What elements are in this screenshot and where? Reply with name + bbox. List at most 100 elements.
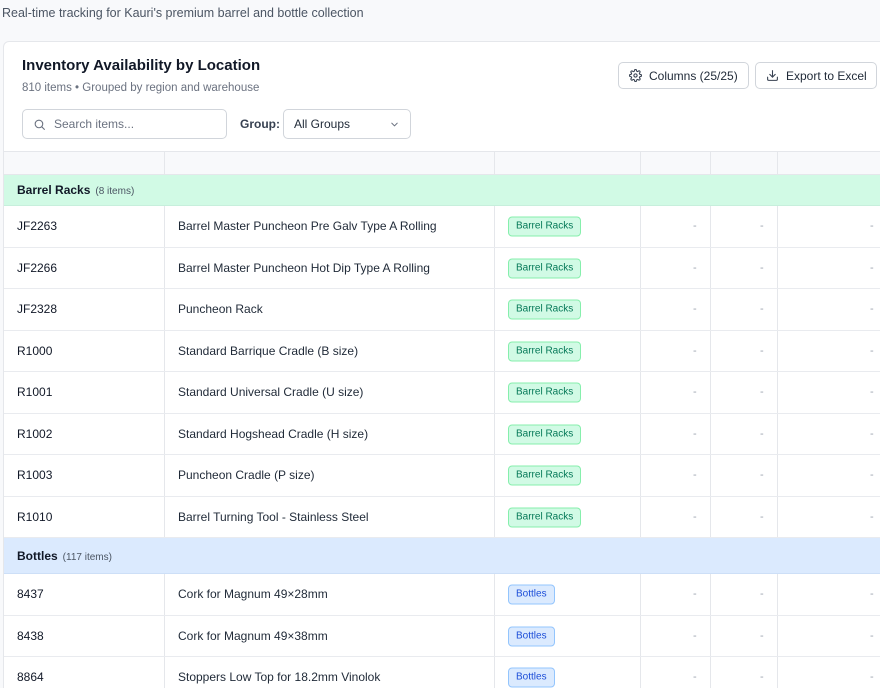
empty-value: - — [693, 671, 697, 684]
item-name: Cork for Magnum 49×38mm — [178, 628, 328, 643]
table-row[interactable]: R1010 Barrel Turning Tool - Stainless Ste… — [4, 496, 880, 538]
page-subtitle: Real-time tracking for Kauri's premium b… — [2, 6, 364, 20]
item-category: Bottles — [508, 584, 555, 605]
item-code: R1001 — [17, 385, 53, 400]
table-header — [4, 152, 880, 175]
group-select-value: All Groups — [294, 117, 351, 131]
card-summary: 810 items • Grouped by region and wareho… — [22, 82, 260, 94]
gear-icon — [629, 69, 642, 82]
category-badge: Barrel Racks — [508, 507, 582, 528]
item-code: JF2328 — [17, 302, 58, 317]
table-row[interactable]: R1000 Standard Barrique Cradle (B size) Ba… — [4, 330, 880, 372]
empty-value: - — [693, 303, 697, 316]
group-label: Group: — [240, 117, 280, 131]
item-name: Barrel Master Puncheon Pre Galv Type A R… — [178, 219, 437, 234]
empty-value: - — [693, 386, 697, 399]
item-name: Barrel Turning Tool - Stainless Steel — [178, 509, 369, 524]
item-code: R1002 — [17, 426, 53, 441]
group-header-row[interactable]: Bottles (117 items) — [4, 538, 880, 574]
empty-value: - — [760, 386, 764, 399]
group-title: Barrel Racks (8 items) — [17, 183, 134, 197]
empty-value: - — [693, 588, 697, 601]
table-row[interactable]: JF2266 Barrel Master Puncheon Hot Dip Typ… — [4, 247, 880, 289]
empty-value: - — [693, 261, 697, 274]
item-name: Cork for Magnum 49×28mm — [178, 587, 328, 602]
search-icon — [33, 118, 46, 131]
category-badge: Barrel Racks — [508, 216, 582, 237]
search-input[interactable] — [54, 117, 204, 131]
item-code: R1000 — [17, 343, 53, 358]
empty-value: - — [870, 427, 874, 440]
item-name: Barrel Master Puncheon Hot Dip Type A Ro… — [178, 260, 430, 275]
category-badge: Bottles — [508, 584, 555, 605]
inventory-table: Barrel Racks (8 items) JF2263 Barrel Master… — [4, 151, 880, 688]
empty-value: - — [760, 427, 764, 440]
group-title: Bottles (117 items) — [17, 549, 112, 563]
category-badge: Barrel Racks — [508, 424, 582, 445]
category-badge: Bottles — [508, 667, 555, 688]
empty-value: - — [693, 510, 697, 523]
table-row[interactable]: 8864 Stoppers Low Top for 18.2mm Vinolok B… — [4, 657, 880, 688]
group-name: Barrel Racks — [17, 183, 91, 197]
empty-value: - — [870, 671, 874, 684]
item-category: Bottles — [508, 667, 555, 688]
empty-value: - — [760, 588, 764, 601]
empty-value: - — [760, 671, 764, 684]
group-name: Bottles — [17, 548, 58, 563]
item-name: Stoppers Low Top for 18.2mm Vinolok — [178, 670, 381, 685]
empty-value: - — [760, 629, 764, 642]
empty-value: - — [870, 629, 874, 642]
empty-value: - — [760, 344, 764, 357]
category-badge: Barrel Racks — [508, 258, 582, 279]
item-category: Bottles — [508, 625, 555, 647]
group-count: (8 items) — [95, 186, 135, 197]
group-select[interactable]: All Groups — [283, 109, 411, 139]
item-code: R1003 — [17, 468, 53, 483]
empty-value: - — [693, 427, 697, 440]
item-category: Barrel Racks — [508, 506, 582, 528]
item-name: Standard Barrique Cradle (B size) — [178, 343, 359, 358]
inventory-card: Inventory Availability by Location 810 i… — [3, 41, 880, 688]
empty-value: - — [760, 510, 764, 523]
item-category: Barrel Racks — [508, 465, 582, 486]
group-header-row[interactable]: Barrel Racks (8 items) — [4, 175, 880, 206]
category-badge: Bottles — [508, 626, 555, 647]
table-row[interactable]: 8438 Cork for Magnum 49×38mm Bottles - - - — [4, 615, 880, 657]
search-box[interactable] — [22, 109, 227, 139]
category-badge: Barrel Racks — [508, 382, 582, 403]
empty-value: - — [870, 261, 874, 274]
item-category: Barrel Racks — [508, 382, 582, 403]
empty-value: - — [693, 344, 697, 357]
table-row[interactable]: R1001 Standard Universal Cradle (U size) B… — [4, 372, 880, 414]
empty-value: - — [870, 588, 874, 601]
table-row[interactable]: JF2328 Puncheon Rack Barrel Racks - - - — [4, 289, 880, 331]
empty-value: - — [870, 344, 874, 357]
empty-value: - — [870, 220, 874, 233]
category-badge: Barrel Racks — [508, 341, 582, 362]
card-title: Inventory Availability by Location — [22, 57, 261, 74]
table-row[interactable]: R1003 Puncheon Cradle (P size) Barrel Rack… — [4, 455, 880, 497]
table-row[interactable]: JF2263 Barrel Master Puncheon Pre Galv Ty… — [4, 206, 880, 248]
item-code: 8437 — [17, 587, 44, 602]
columns-button[interactable]: Columns (25/25) — [618, 62, 749, 89]
item-category: Barrel Racks — [508, 257, 582, 279]
item-name: Puncheon Cradle (P size) — [178, 468, 315, 483]
table-row[interactable]: 8437 Cork for Magnum 49×28mm Bottles - - - — [4, 574, 880, 616]
empty-value: - — [693, 220, 697, 233]
item-name: Puncheon Rack — [178, 302, 263, 317]
empty-value: - — [870, 510, 874, 523]
item-category: Barrel Racks — [508, 216, 582, 237]
export-button[interactable]: Export to Excel — [755, 62, 877, 89]
table-body: Barrel Racks (8 items) JF2263 Barrel Master… — [4, 175, 880, 688]
empty-value: - — [693, 469, 697, 482]
empty-value: - — [870, 303, 874, 316]
download-icon — [766, 69, 779, 82]
chevron-down-icon — [389, 119, 400, 130]
item-category: Barrel Racks — [508, 423, 582, 445]
table-row[interactable]: R1002 Standard Hogshead Cradle (H size) Ba… — [4, 413, 880, 455]
export-button-label: Export to Excel — [786, 68, 867, 83]
item-category: Barrel Racks — [508, 299, 582, 320]
item-code: 8864 — [17, 670, 44, 685]
category-badge: Barrel Racks — [508, 465, 582, 486]
empty-value: - — [870, 469, 874, 482]
